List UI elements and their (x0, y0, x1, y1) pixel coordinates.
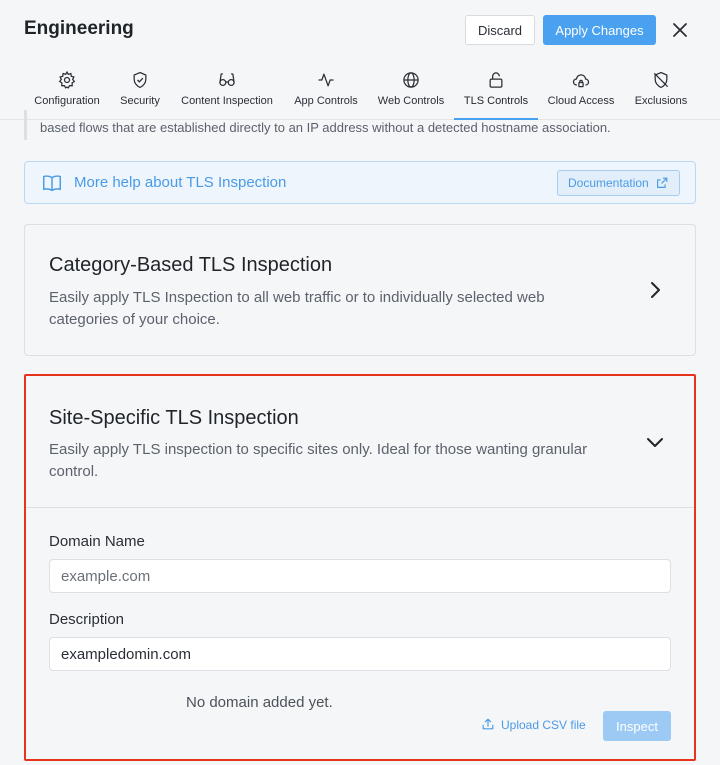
description-input[interactable] (49, 637, 671, 671)
globe-icon (403, 72, 419, 88)
help-banner: More help about TLS Inspection Documenta… (24, 161, 696, 204)
card-divider (26, 507, 694, 508)
shield-check-icon (133, 71, 147, 89)
site-card-description: Easily apply TLS inspection to specific … (49, 441, 588, 480)
domain-name-input[interactable] (49, 559, 671, 593)
help-link[interactable]: More help about TLS Inspection (74, 174, 286, 191)
empty-state-text: No domain added yet. (186, 694, 333, 711)
site-card-title: Site-Specific TLS Inspection (49, 407, 299, 429)
tab-label: Security (120, 95, 160, 107)
tab-label: Cloud Access (547, 95, 615, 107)
tab-label: App Controls (294, 95, 358, 107)
discard-button[interactable]: Discard (465, 15, 535, 45)
site-specific-card: Site-Specific TLS Inspection Easily appl… (24, 374, 696, 761)
activity-icon (318, 73, 334, 87)
upload-csv-label: Upload CSV file (501, 718, 586, 732)
category-card-description: Easily apply TLS Inspection to all web t… (49, 289, 545, 328)
external-link-icon (657, 177, 668, 188)
description-label: Description (49, 611, 125, 628)
category-based-card[interactable]: Category-Based TLS Inspection Easily app… (24, 224, 696, 356)
intro-text: based flows that are established directl… (40, 120, 611, 135)
tab-label: Web Controls (377, 95, 445, 107)
tab-label: TLS Controls (463, 95, 529, 107)
intro-note: based flows that are established directl… (24, 110, 696, 140)
apply-changes-button[interactable]: Apply Changes (543, 15, 656, 45)
book-icon (43, 175, 61, 192)
glasses-icon (219, 73, 235, 87)
tab-label: Content Inspection (181, 95, 273, 107)
chevron-right-icon[interactable] (643, 278, 667, 302)
unlock-icon (489, 72, 503, 88)
cloud-lock-icon (572, 74, 590, 88)
upload-icon (482, 718, 494, 730)
tab-label: Exclusions (634, 95, 688, 107)
tab-label: Configuration (34, 95, 100, 107)
domain-name-label: Domain Name (49, 533, 145, 550)
documentation-label: Documentation (568, 176, 649, 190)
category-card-title: Category-Based TLS Inspection (49, 254, 333, 276)
shield-off-icon (653, 71, 669, 89)
chevron-down-icon[interactable] (643, 430, 667, 454)
close-icon[interactable] (668, 18, 692, 42)
page-title: Engineering (24, 18, 134, 39)
gear-icon (58, 70, 76, 89)
page-header: Engineering Discard Apply Changes (0, 0, 720, 62)
documentation-button[interactable]: Documentation (557, 170, 680, 196)
inspect-button[interactable]: Inspect (603, 711, 671, 741)
